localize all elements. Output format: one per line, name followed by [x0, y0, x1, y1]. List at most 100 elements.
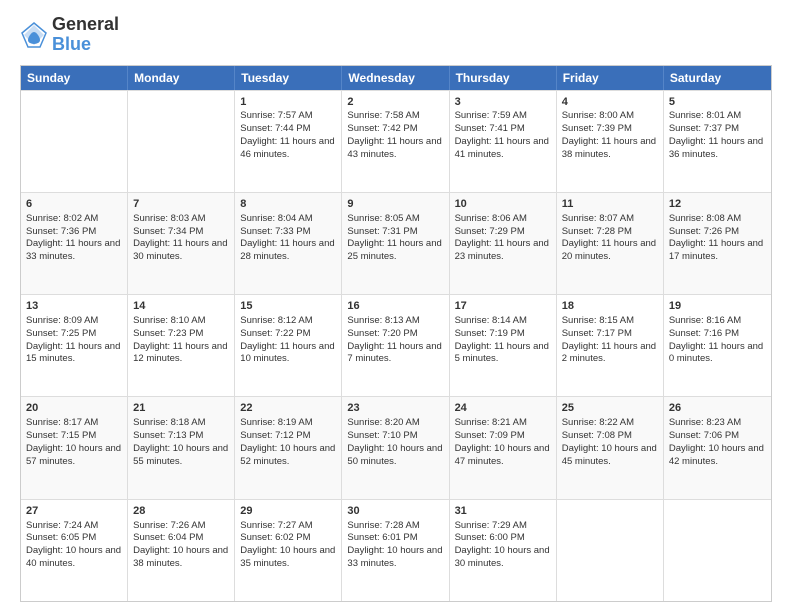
day-info: Sunrise: 8:19 AM Sunset: 7:12 PM Dayligh…: [240, 417, 335, 466]
day-number: 8: [240, 197, 336, 212]
calendar-cell: 19Sunrise: 8:16 AM Sunset: 7:16 PM Dayli…: [664, 295, 771, 396]
day-number: 21: [133, 401, 229, 416]
calendar: SundayMondayTuesdayWednesdayThursdayFrid…: [20, 65, 772, 602]
day-info: Sunrise: 8:13 AM Sunset: 7:20 PM Dayligh…: [347, 315, 441, 364]
calendar-cell: 6Sunrise: 8:02 AM Sunset: 7:36 PM Daylig…: [21, 193, 128, 294]
day-info: Sunrise: 8:17 AM Sunset: 7:15 PM Dayligh…: [26, 417, 121, 466]
calendar-cell: 23Sunrise: 8:20 AM Sunset: 7:10 PM Dayli…: [342, 397, 449, 498]
day-number: 19: [669, 299, 766, 314]
day-number: 22: [240, 401, 336, 416]
day-info: Sunrise: 7:27 AM Sunset: 6:02 PM Dayligh…: [240, 520, 335, 569]
day-info: Sunrise: 8:06 AM Sunset: 7:29 PM Dayligh…: [455, 213, 549, 262]
day-info: Sunrise: 8:00 AM Sunset: 7:39 PM Dayligh…: [562, 110, 656, 159]
day-info: Sunrise: 7:24 AM Sunset: 6:05 PM Dayligh…: [26, 520, 121, 569]
day-number: 28: [133, 504, 229, 519]
calendar-cell: 31Sunrise: 7:29 AM Sunset: 6:00 PM Dayli…: [450, 500, 557, 601]
day-number: 2: [347, 95, 443, 110]
day-info: Sunrise: 8:04 AM Sunset: 7:33 PM Dayligh…: [240, 213, 334, 262]
day-number: 4: [562, 95, 658, 110]
day-info: Sunrise: 8:20 AM Sunset: 7:10 PM Dayligh…: [347, 417, 442, 466]
calendar-cell: 29Sunrise: 7:27 AM Sunset: 6:02 PM Dayli…: [235, 500, 342, 601]
calendar-header: SundayMondayTuesdayWednesdayThursdayFrid…: [21, 66, 771, 90]
day-number: 14: [133, 299, 229, 314]
calendar-cell: [21, 91, 128, 192]
calendar-cell: 21Sunrise: 8:18 AM Sunset: 7:13 PM Dayli…: [128, 397, 235, 498]
day-number: 25: [562, 401, 658, 416]
weekday-header: Saturday: [664, 66, 771, 90]
day-number: 1: [240, 95, 336, 110]
day-info: Sunrise: 8:12 AM Sunset: 7:22 PM Dayligh…: [240, 315, 334, 364]
calendar-cell: 9Sunrise: 8:05 AM Sunset: 7:31 PM Daylig…: [342, 193, 449, 294]
calendar-cell: 26Sunrise: 8:23 AM Sunset: 7:06 PM Dayli…: [664, 397, 771, 498]
day-number: 30: [347, 504, 443, 519]
calendar-row: 20Sunrise: 8:17 AM Sunset: 7:15 PM Dayli…: [21, 396, 771, 498]
calendar-cell: 14Sunrise: 8:10 AM Sunset: 7:23 PM Dayli…: [128, 295, 235, 396]
calendar-cell: 24Sunrise: 8:21 AM Sunset: 7:09 PM Dayli…: [450, 397, 557, 498]
calendar-cell: [128, 91, 235, 192]
calendar-cell: 3Sunrise: 7:59 AM Sunset: 7:41 PM Daylig…: [450, 91, 557, 192]
logo: General Blue: [20, 15, 119, 55]
calendar-cell: 7Sunrise: 8:03 AM Sunset: 7:34 PM Daylig…: [128, 193, 235, 294]
day-info: Sunrise: 7:28 AM Sunset: 6:01 PM Dayligh…: [347, 520, 442, 569]
weekday-header: Monday: [128, 66, 235, 90]
calendar-cell: 11Sunrise: 8:07 AM Sunset: 7:28 PM Dayli…: [557, 193, 664, 294]
day-number: 6: [26, 197, 122, 212]
day-info: Sunrise: 7:29 AM Sunset: 6:00 PM Dayligh…: [455, 520, 550, 569]
day-info: Sunrise: 7:58 AM Sunset: 7:42 PM Dayligh…: [347, 110, 441, 159]
calendar-cell: 12Sunrise: 8:08 AM Sunset: 7:26 PM Dayli…: [664, 193, 771, 294]
calendar-row: 27Sunrise: 7:24 AM Sunset: 6:05 PM Dayli…: [21, 499, 771, 601]
day-number: 9: [347, 197, 443, 212]
day-info: Sunrise: 8:08 AM Sunset: 7:26 PM Dayligh…: [669, 213, 763, 262]
weekday-header: Thursday: [450, 66, 557, 90]
day-number: 3: [455, 95, 551, 110]
calendar-cell: 16Sunrise: 8:13 AM Sunset: 7:20 PM Dayli…: [342, 295, 449, 396]
weekday-header: Tuesday: [235, 66, 342, 90]
day-number: 11: [562, 197, 658, 212]
day-info: Sunrise: 8:10 AM Sunset: 7:23 PM Dayligh…: [133, 315, 227, 364]
page: General Blue SundayMondayTuesdayWednesda…: [0, 0, 792, 612]
calendar-cell: 25Sunrise: 8:22 AM Sunset: 7:08 PM Dayli…: [557, 397, 664, 498]
day-info: Sunrise: 7:59 AM Sunset: 7:41 PM Dayligh…: [455, 110, 549, 159]
calendar-row: 6Sunrise: 8:02 AM Sunset: 7:36 PM Daylig…: [21, 192, 771, 294]
day-info: Sunrise: 8:09 AM Sunset: 7:25 PM Dayligh…: [26, 315, 120, 364]
calendar-cell: 2Sunrise: 7:58 AM Sunset: 7:42 PM Daylig…: [342, 91, 449, 192]
day-info: Sunrise: 8:01 AM Sunset: 7:37 PM Dayligh…: [669, 110, 763, 159]
calendar-row: 13Sunrise: 8:09 AM Sunset: 7:25 PM Dayli…: [21, 294, 771, 396]
calendar-cell: 28Sunrise: 7:26 AM Sunset: 6:04 PM Dayli…: [128, 500, 235, 601]
calendar-cell: 5Sunrise: 8:01 AM Sunset: 7:37 PM Daylig…: [664, 91, 771, 192]
day-number: 16: [347, 299, 443, 314]
day-info: Sunrise: 8:16 AM Sunset: 7:16 PM Dayligh…: [669, 315, 763, 364]
calendar-cell: 30Sunrise: 7:28 AM Sunset: 6:01 PM Dayli…: [342, 500, 449, 601]
calendar-cell: 17Sunrise: 8:14 AM Sunset: 7:19 PM Dayli…: [450, 295, 557, 396]
calendar-cell: 20Sunrise: 8:17 AM Sunset: 7:15 PM Dayli…: [21, 397, 128, 498]
day-number: 26: [669, 401, 766, 416]
calendar-cell: [664, 500, 771, 601]
day-number: 20: [26, 401, 122, 416]
day-info: Sunrise: 8:07 AM Sunset: 7:28 PM Dayligh…: [562, 213, 656, 262]
header: General Blue: [20, 15, 772, 55]
day-info: Sunrise: 8:03 AM Sunset: 7:34 PM Dayligh…: [133, 213, 227, 262]
calendar-body: 1Sunrise: 7:57 AM Sunset: 7:44 PM Daylig…: [21, 90, 771, 601]
day-number: 10: [455, 197, 551, 212]
calendar-cell: 8Sunrise: 8:04 AM Sunset: 7:33 PM Daylig…: [235, 193, 342, 294]
calendar-cell: 1Sunrise: 7:57 AM Sunset: 7:44 PM Daylig…: [235, 91, 342, 192]
calendar-cell: [557, 500, 664, 601]
day-number: 12: [669, 197, 766, 212]
logo-icon: [20, 21, 48, 49]
day-number: 17: [455, 299, 551, 314]
calendar-cell: 4Sunrise: 8:00 AM Sunset: 7:39 PM Daylig…: [557, 91, 664, 192]
weekday-header: Friday: [557, 66, 664, 90]
calendar-row: 1Sunrise: 7:57 AM Sunset: 7:44 PM Daylig…: [21, 90, 771, 192]
day-number: 7: [133, 197, 229, 212]
day-number: 31: [455, 504, 551, 519]
day-info: Sunrise: 8:05 AM Sunset: 7:31 PM Dayligh…: [347, 213, 441, 262]
calendar-cell: 13Sunrise: 8:09 AM Sunset: 7:25 PM Dayli…: [21, 295, 128, 396]
calendar-cell: 15Sunrise: 8:12 AM Sunset: 7:22 PM Dayli…: [235, 295, 342, 396]
day-number: 27: [26, 504, 122, 519]
day-number: 18: [562, 299, 658, 314]
day-number: 24: [455, 401, 551, 416]
day-number: 29: [240, 504, 336, 519]
day-number: 15: [240, 299, 336, 314]
logo-text: General Blue: [52, 15, 119, 55]
day-info: Sunrise: 8:23 AM Sunset: 7:06 PM Dayligh…: [669, 417, 764, 466]
